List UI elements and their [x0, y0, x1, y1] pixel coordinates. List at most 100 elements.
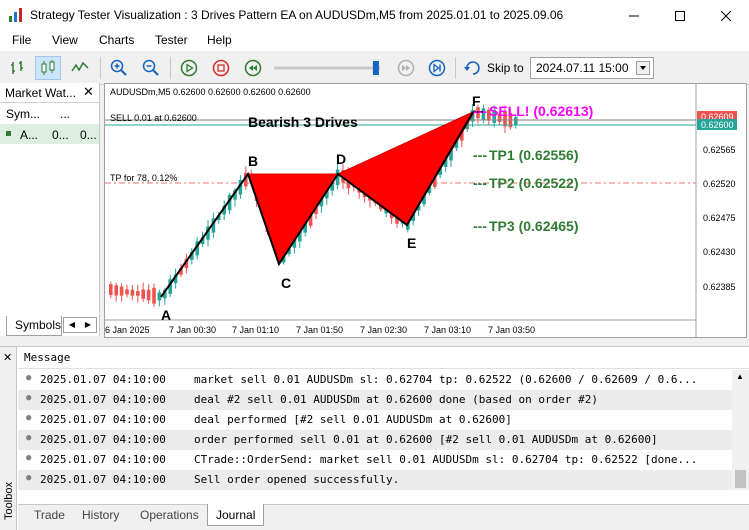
chevron-left-icon[interactable]: ◀ — [64, 318, 80, 332]
column-symbol[interactable]: Sym... — [6, 107, 40, 121]
log-message: order performed sell 0.01 at 0.62600 [#2… — [194, 433, 658, 446]
log-bullet-icon: ● — [26, 453, 32, 463]
close-icon[interactable]: ✕ — [3, 351, 12, 364]
tab-scroll-arrows[interactable]: ◀ ▶ — [63, 317, 97, 333]
skip-date-select[interactable]: 2024.07.11 15:00 — [530, 57, 654, 79]
maximize-icon — [675, 10, 685, 21]
stop-button[interactable] — [208, 56, 234, 80]
close-button[interactable] — [703, 0, 749, 31]
candle-body — [114, 285, 118, 296]
symbol-bid: 0... — [52, 128, 69, 142]
candle-body — [109, 284, 113, 295]
time-label: 7 Jan 00:30 — [169, 325, 216, 335]
menu-bar: File View Charts Tester Help — [0, 31, 749, 51]
column-message[interactable]: Message — [18, 347, 749, 369]
time-label: 7 Jan 02:30 — [360, 325, 407, 335]
candle-body — [136, 291, 140, 296]
speed-slider-thumb[interactable] — [372, 61, 379, 75]
log-time: 2025.01.07 04:10:00 — [40, 413, 166, 426]
log-row[interactable]: ● 2025.01.07 04:10:00 market sell 0.01 AUD… — [18, 370, 732, 390]
tab-symbols[interactable]: Symbols — [6, 316, 62, 336]
log-bullet-icon: ● — [26, 373, 32, 383]
close-icon — [721, 10, 731, 21]
step-forward-button[interactable] — [393, 56, 419, 80]
play-icon — [180, 59, 198, 77]
tp-line-label: TP for 78, 0.12% — [110, 173, 177, 183]
sell-signal-prefix: --- — [473, 103, 487, 119]
candlestick-chart-button[interactable] — [35, 56, 61, 80]
log-row[interactable]: ● 2025.01.07 04:10:00 Sell order opened su… — [18, 470, 732, 490]
price-tag-bid-text: 0.62600 — [701, 120, 734, 130]
skip-to-button[interactable] — [460, 56, 486, 80]
price-chart[interactable]: AUDUSDm,M5 0.62600 0.62600 0.62600 0.626… — [104, 83, 747, 338]
menu-file[interactable]: File — [12, 33, 31, 47]
tab-history[interactable]: History — [82, 508, 119, 522]
log-row[interactable]: ● 2025.01.07 04:10:00 CTrade::OrderSend: m… — [18, 450, 732, 470]
log-time: 2025.01.07 04:10:00 — [40, 473, 166, 486]
log-bullet-icon: ● — [26, 473, 32, 483]
menu-charts[interactable]: Charts — [99, 33, 134, 47]
minimize-button[interactable] — [611, 0, 657, 31]
skip-date-value: 2024.07.11 15:00 — [536, 61, 629, 75]
speed-slider[interactable] — [272, 61, 384, 75]
log-bullet-icon: ● — [26, 413, 32, 423]
chevron-right-icon[interactable]: ▶ — [80, 318, 96, 332]
market-watch-panel: Market Wat... ✕ Sym... ... A... 0... 0..… — [0, 83, 100, 336]
candlestick-icon — [41, 60, 55, 75]
calendar-dropdown-icon[interactable] — [636, 61, 650, 75]
scroll-up-icon[interactable]: ▲ — [736, 372, 744, 381]
zoom-out-button[interactable] — [138, 56, 164, 80]
rewind-button[interactable] — [240, 56, 266, 80]
sell-signal-label: SELL! (0.62613) — [489, 103, 593, 119]
play-button[interactable] — [176, 56, 202, 80]
log-bullet-icon: ● — [26, 393, 32, 403]
line-chart-button[interactable] — [67, 56, 93, 80]
toolbox-tabs: Trade History Operations Journal — [18, 504, 749, 530]
line-chart-icon — [71, 61, 89, 72]
log-message: deal performed [#2 sell 0.01 AUDUSDm at … — [194, 413, 512, 426]
maximize-button[interactable] — [657, 0, 703, 31]
tp1-prefix: --- — [473, 147, 487, 163]
column-value[interactable]: ... — [60, 107, 70, 121]
log-row[interactable]: ● 2025.01.07 04:10:00 deal #2 sell 0.01 AU… — [18, 390, 732, 410]
list-item[interactable]: A... 0... 0... — [0, 124, 99, 144]
market-watch-header: Market Wat... ✕ — [0, 83, 100, 103]
tab-trade[interactable]: Trade — [34, 508, 65, 522]
scrollbar-thumb[interactable] — [735, 470, 746, 488]
log-row[interactable]: ● 2025.01.07 04:10:00 deal performed [#2 s… — [18, 410, 732, 430]
candle-body — [146, 289, 151, 301]
zoom-in-button[interactable] — [106, 56, 132, 80]
chart-canvas[interactable]: AUDUSDm,M5 0.62600 0.62600 0.62600 0.626… — [105, 84, 746, 337]
candle-body — [130, 289, 135, 296]
zoom-in-icon — [110, 59, 127, 76]
menu-view[interactable]: View — [52, 33, 78, 47]
close-icon[interactable]: ✕ — [83, 84, 94, 100]
menu-help[interactable]: Help — [207, 33, 232, 47]
vertical-scrollbar[interactable]: ▲ — [732, 370, 749, 490]
symbol-ask: 0... — [80, 128, 97, 142]
point-c-label: C — [281, 275, 291, 291]
skip-end-button[interactable] — [424, 56, 450, 80]
refresh-icon — [464, 61, 480, 75]
price-label: 0.62430 — [703, 247, 736, 257]
tp2-prefix: --- — [473, 175, 487, 191]
skip-end-icon — [428, 59, 446, 77]
time-label: 7 Jan 03:10 — [424, 325, 471, 335]
time-label: 7 Jan 01:10 — [232, 325, 279, 335]
bar-chart-icon — [11, 61, 23, 74]
pattern-title: Bearish 3 Drives — [248, 114, 358, 130]
menu-tester[interactable]: Tester — [155, 33, 188, 47]
symbol-name: A... — [20, 128, 39, 142]
stop-icon — [212, 59, 230, 77]
tab-journal[interactable]: Journal — [207, 504, 265, 526]
toolbox-panel: ✕ Toolbox Message ● 2025.01.07 04:10:00 ma… — [0, 346, 749, 530]
minimize-icon — [629, 15, 639, 16]
point-d-label: D — [336, 151, 346, 167]
rewind-icon — [244, 59, 262, 77]
log-row[interactable]: ● 2025.01.07 04:10:00 order performed sell… — [18, 430, 732, 450]
tab-operations[interactable]: Operations — [140, 508, 199, 522]
bar-chart-button[interactable] — [5, 56, 31, 80]
log-message: CTrade::OrderSend: market sell 0.01 AUDU… — [194, 453, 698, 466]
price-label: 0.62520 — [703, 179, 736, 189]
window-title: Strategy Tester Visualization : 3 Drives… — [30, 8, 564, 22]
